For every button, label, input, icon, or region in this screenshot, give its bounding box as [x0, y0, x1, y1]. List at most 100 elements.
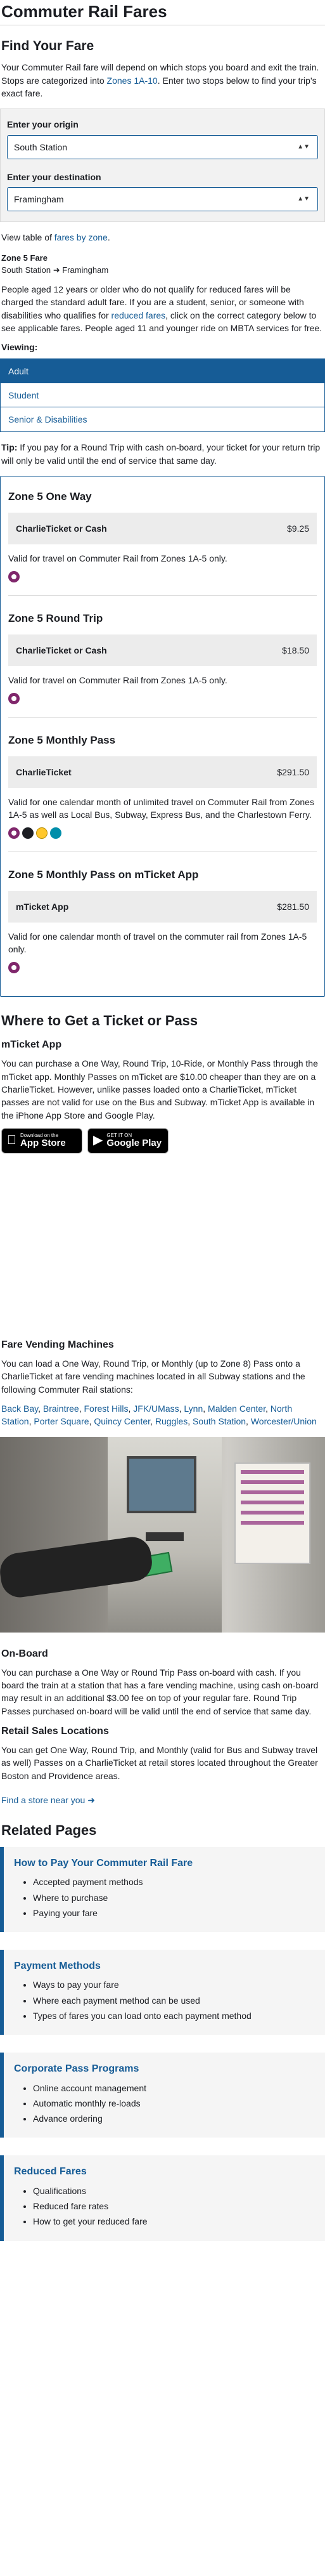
fare-row: CharlieTicket or Cash $9.25 — [8, 512, 317, 544]
fare-price: $18.50 — [282, 645, 309, 655]
rider-tabs: Adult Student Senior & Disabilities — [0, 358, 325, 433]
commuter-rail-icon — [8, 962, 20, 974]
arrow-right-icon: ➜ — [87, 1795, 95, 1806]
destination-label: Enter your destination — [7, 171, 101, 182]
store-link[interactable]: Find a store near you ➜ — [1, 1795, 95, 1805]
fvm-text: You can load a One Way, Round Trip, or M… — [1, 1358, 305, 1395]
list-item: Advance ordering — [33, 2112, 315, 2125]
station-link[interactable]: Malden Center — [208, 1403, 265, 1414]
commuter-rail-icon — [8, 570, 20, 582]
app-store-badge[interactable]:  Download on theApp Store — [1, 1127, 82, 1153]
subway-icon — [22, 827, 34, 839]
retail-text: You can get One Way, Round Trip, and Mon… — [1, 1745, 318, 1781]
fare-title: Zone 5 Monthly Pass — [8, 733, 116, 746]
tab-adult[interactable]: Adult — [1, 359, 324, 384]
fare-title: Zone 5 Monthly Pass on mTicket App — [8, 869, 199, 881]
fare-group: Zone 5 Monthly Pass on mTicket App mTick… — [8, 858, 317, 986]
list-item: How to get your reduced fare — [33, 2215, 315, 2228]
station-link[interactable]: Braintree — [43, 1403, 79, 1414]
related-card[interactable]: How to Pay Your Commuter Rail Fare Accep… — [0, 1847, 325, 1933]
list-item: Paying your fare — [33, 1907, 315, 1919]
station-link[interactable]: Quincy Center — [94, 1416, 150, 1426]
list-item: Automatic monthly re-loads — [33, 2097, 315, 2110]
station-link[interactable]: Lynn — [184, 1403, 203, 1414]
fare-price: $291.50 — [277, 766, 309, 777]
fvm-title: Fare Vending Machines — [1, 1339, 114, 1350]
tab-student[interactable]: Student — [1, 383, 324, 408]
fare-title: Zone 5 Round Trip — [8, 612, 103, 624]
viewing-label: Viewing: — [1, 342, 38, 353]
route-summary: South Station ➜ Framingham — [1, 265, 109, 275]
list-item: Where to purchase — [33, 1891, 315, 1904]
zone-label: Zone 5 Fare — [1, 253, 48, 263]
station-link[interactable]: JFK/UMass — [133, 1403, 179, 1414]
fare-description: Valid for one calendar month of travel o… — [8, 931, 307, 955]
chevron-updown-icon: ▲▼ — [297, 143, 310, 150]
related-card-title[interactable]: Corporate Pass Programs — [14, 2061, 315, 2076]
list-item: Where each payment method can be used — [33, 1994, 315, 2007]
fare-row: CharlieTicket or Cash $18.50 — [8, 634, 317, 666]
station-link[interactable]: Porter Square — [34, 1416, 89, 1426]
onboard-title: On-Board — [1, 1648, 48, 1659]
list-item: Online account management — [33, 2082, 315, 2094]
fare-row: mTicket App $281.50 — [8, 890, 317, 923]
fares-list: Zone 5 One Way CharlieTicket or Cash $9.2… — [0, 475, 325, 997]
fare-price: $281.50 — [277, 901, 309, 912]
station-link[interactable]: South Station — [193, 1416, 246, 1426]
list-item: Qualifications — [33, 2185, 315, 2197]
fare-description: Valid for travel on Commuter Rail from Z… — [8, 553, 227, 563]
zones-link[interactable]: Zones 1A-10 — [107, 76, 158, 86]
station-link[interactable]: Worcester/Union — [251, 1416, 317, 1426]
mticket-text: You can purchase a One Way, Round Trip, … — [1, 1058, 318, 1120]
commuter-rail-icon — [8, 692, 20, 704]
destination-select[interactable]: Framingham ▲▼ — [7, 187, 318, 211]
mticket-title: mTicket App — [1, 1039, 62, 1051]
where-heading: Where to Get a Ticket or Pass — [1, 1013, 198, 1029]
apple-icon:  — [7, 1131, 16, 1150]
fare-description: Valid for one calendar month of unlimite… — [8, 796, 314, 820]
arrow-right-icon: ➜ — [53, 265, 60, 275]
fare-price: $9.25 — [286, 523, 309, 534]
chevron-updown-icon: ▲▼ — [297, 195, 310, 202]
list-item: Types of fares you can load onto each pa… — [33, 2009, 315, 2022]
bus-icon — [36, 827, 48, 839]
page-title: Commuter Rail Fares — [0, 0, 325, 25]
fare-group: Zone 5 One Way CharlieTicket or Cash $9.2… — [8, 480, 317, 596]
related-card[interactable]: Payment Methods Ways to pay your fare Wh… — [0, 1950, 325, 2035]
zone-summary: Zone 5 Fare South Station ➜ Framingham — [0, 253, 325, 277]
list-item: Accepted payment methods — [33, 1876, 315, 1888]
origin-label: Enter your origin — [7, 119, 79, 130]
google-play-badge[interactable]: ▶ GET IT ON Google Play — [87, 1127, 169, 1153]
fare-group: Zone 5 Monthly Pass CharlieTicket $291.50… — [8, 724, 317, 853]
station-link[interactable]: Back Bay — [1, 1403, 38, 1414]
commuter-rail-icon — [8, 827, 20, 839]
retail-title: Retail Sales Locations — [1, 1725, 109, 1737]
fare-finder-form: Enter your origin South Station ▲▼ Enter … — [0, 108, 325, 222]
station-list: Back Bay, Braintree, Forest Hills, JFK/U… — [1, 1403, 317, 1427]
list-item: Ways to pay your fare — [33, 1978, 315, 1991]
find-fare-heading: Find Your Fare — [1, 39, 94, 53]
fare-title: Zone 5 One Way — [8, 490, 92, 503]
related-card[interactable]: Corporate Pass Programs Online account m… — [0, 2053, 325, 2138]
list-item: Reduced fare rates — [33, 2200, 315, 2212]
related-heading: Related Pages — [1, 1822, 97, 1839]
fare-group: Zone 5 Round Trip CharlieTicket or Cash $… — [8, 602, 317, 718]
related-card[interactable]: Reduced Fares Qualifications Reduced far… — [0, 2155, 325, 2241]
reduced-fares-link[interactable]: reduced fares — [112, 310, 166, 320]
play-icon: ▶ — [93, 1133, 103, 1148]
tip-text: Tip: If you pay for a Round Trip with ca… — [1, 442, 321, 466]
tab-senior-disabilities[interactable]: Senior & Disabilities — [1, 407, 324, 432]
fares-table-text: View table of fares by zone. — [1, 232, 110, 242]
fares-by-zone-link[interactable]: fares by zone — [54, 232, 108, 242]
onboard-text: You can purchase a One Way or Round Trip… — [1, 1667, 319, 1716]
related-card-title[interactable]: Payment Methods — [14, 1959, 315, 1973]
fare-machine-photo — [0, 1436, 325, 1633]
related-card-title[interactable]: How to Pay Your Commuter Rail Fare — [14, 1856, 315, 1870]
eligibility-text: People aged 12 years or older who do not… — [1, 284, 322, 333]
origin-select[interactable]: South Station ▲▼ — [7, 135, 318, 159]
station-link[interactable]: Forest Hills — [84, 1403, 128, 1414]
station-link[interactable]: Ruggles — [155, 1416, 188, 1426]
related-card-title[interactable]: Reduced Fares — [14, 2164, 315, 2179]
ferry-icon — [50, 827, 61, 839]
fare-description: Valid for travel on Commuter Rail from Z… — [8, 674, 227, 685]
